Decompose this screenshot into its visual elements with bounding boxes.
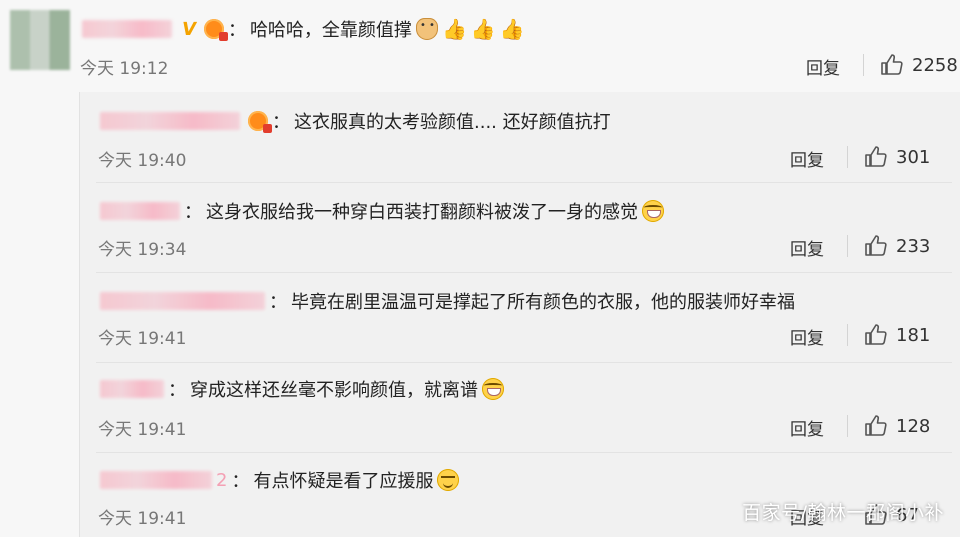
thumbs-up-icon xyxy=(865,235,887,256)
like-button[interactable]: 181 xyxy=(864,323,930,347)
reply-time: 今天 19:41 xyxy=(98,329,187,349)
separator: ： xyxy=(272,112,290,133)
member-badge-icon xyxy=(203,19,228,41)
username-blurred[interactable] xyxy=(100,292,265,310)
reply-button[interactable]: 回复 xyxy=(790,415,824,440)
reply-item: ： 这衣服真的太考验颜值.... 还好颜值抗打 xyxy=(100,108,611,134)
smirk-emoji-icon xyxy=(437,469,460,491)
separator: ： xyxy=(231,471,250,492)
laugh-cry-emoji-icon xyxy=(482,378,504,400)
like-count: 128 xyxy=(896,415,931,437)
divider xyxy=(863,54,864,76)
reply-button[interactable]: 回复 xyxy=(790,235,824,260)
username-blurred[interactable] xyxy=(100,112,240,130)
thumbs-up-emoji-icon: 👍 xyxy=(441,17,467,41)
reply-button[interactable]: 回复 xyxy=(806,54,840,79)
reply-time: 今天 19:34 xyxy=(98,240,187,260)
reply-text: 穿成这样还丝毫不影响颜值，就离谱 xyxy=(190,380,478,401)
thumbs-up-icon xyxy=(865,415,887,436)
thumbs-up-icon xyxy=(865,146,887,167)
reply-time: 今天 19:41 xyxy=(98,420,187,440)
like-button[interactable]: 301 xyxy=(864,145,930,169)
reply-text: 毕竟在剧里温温可是撑起了所有颜色的衣服，他的服装师好幸福 xyxy=(291,292,795,313)
row-divider xyxy=(96,452,952,453)
divider xyxy=(847,324,848,346)
separator: ： xyxy=(184,202,202,223)
row-divider xyxy=(96,182,952,183)
separator: ： xyxy=(227,20,246,41)
like-count: 233 xyxy=(896,235,931,257)
thumbs-up-emoji-icon: 👍 xyxy=(499,17,525,41)
like-count: 181 xyxy=(896,324,931,346)
separator: ： xyxy=(269,292,287,313)
row-divider xyxy=(96,272,952,273)
separator: ： xyxy=(168,380,186,401)
avatar[interactable] xyxy=(10,10,70,70)
reply-item: 2 ： 有点怀疑是看了应援服 xyxy=(100,467,460,493)
reply-text: 这身衣服给我一种穿白西装打翻颜料被泼了一身的感觉 xyxy=(206,202,638,223)
thumbs-up-icon xyxy=(881,54,903,75)
reply-item: ： 这身衣服给我一种穿白西装打翻颜料被泼了一身的感觉 xyxy=(100,198,664,224)
reply-text: 有点怀疑是看了应援服 xyxy=(253,471,434,492)
comment-time: 今天 19:12 xyxy=(80,59,169,79)
like-button[interactable]: 128 xyxy=(864,414,930,438)
reply-button[interactable]: 回复 xyxy=(790,146,824,171)
like-count: 301 xyxy=(896,146,931,168)
reply-text: 这衣服真的太考验颜值.... 还好颜值抗打 xyxy=(294,112,611,133)
username-blurred[interactable] xyxy=(100,202,180,220)
like-button[interactable]: 2258 xyxy=(880,53,958,77)
reply-item: ： 毕竟在剧里温温可是撑起了所有颜色的衣服，他的服装师好幸福 xyxy=(100,288,795,314)
username-blurred[interactable] xyxy=(100,380,164,398)
username-blurred[interactable] xyxy=(100,471,212,489)
reply-time: 今天 19:40 xyxy=(98,151,187,171)
username-blurred[interactable] xyxy=(82,20,172,38)
like-count: 2258 xyxy=(912,54,958,76)
divider xyxy=(847,235,848,257)
thumbs-up-emoji-icon: 👍 xyxy=(470,17,496,41)
laugh-cry-emoji-icon xyxy=(642,200,664,222)
reply-item: ： 穿成这样还丝毫不影响颜值，就离谱 xyxy=(100,376,504,402)
reply-time: 今天 19:41 xyxy=(98,509,187,529)
divider xyxy=(847,415,848,437)
comment-text: 哈哈哈，全靠颜值撑 xyxy=(249,20,412,41)
member-badge-icon xyxy=(248,111,272,133)
doge-emoji-icon xyxy=(415,18,438,40)
username-suffix: 2 xyxy=(216,469,228,491)
reply-button[interactable]: 回复 xyxy=(790,324,824,349)
row-divider xyxy=(96,362,952,363)
main-comment: V ： 哈哈哈，全靠颜值撑 👍 👍 👍 xyxy=(82,16,525,42)
thumbs-up-icon xyxy=(865,324,887,345)
watermark: 百家号/翰林一郡阁小补 xyxy=(742,502,944,524)
like-button[interactable]: 233 xyxy=(864,234,930,258)
divider xyxy=(847,146,848,168)
verified-v-icon: V xyxy=(180,18,198,40)
